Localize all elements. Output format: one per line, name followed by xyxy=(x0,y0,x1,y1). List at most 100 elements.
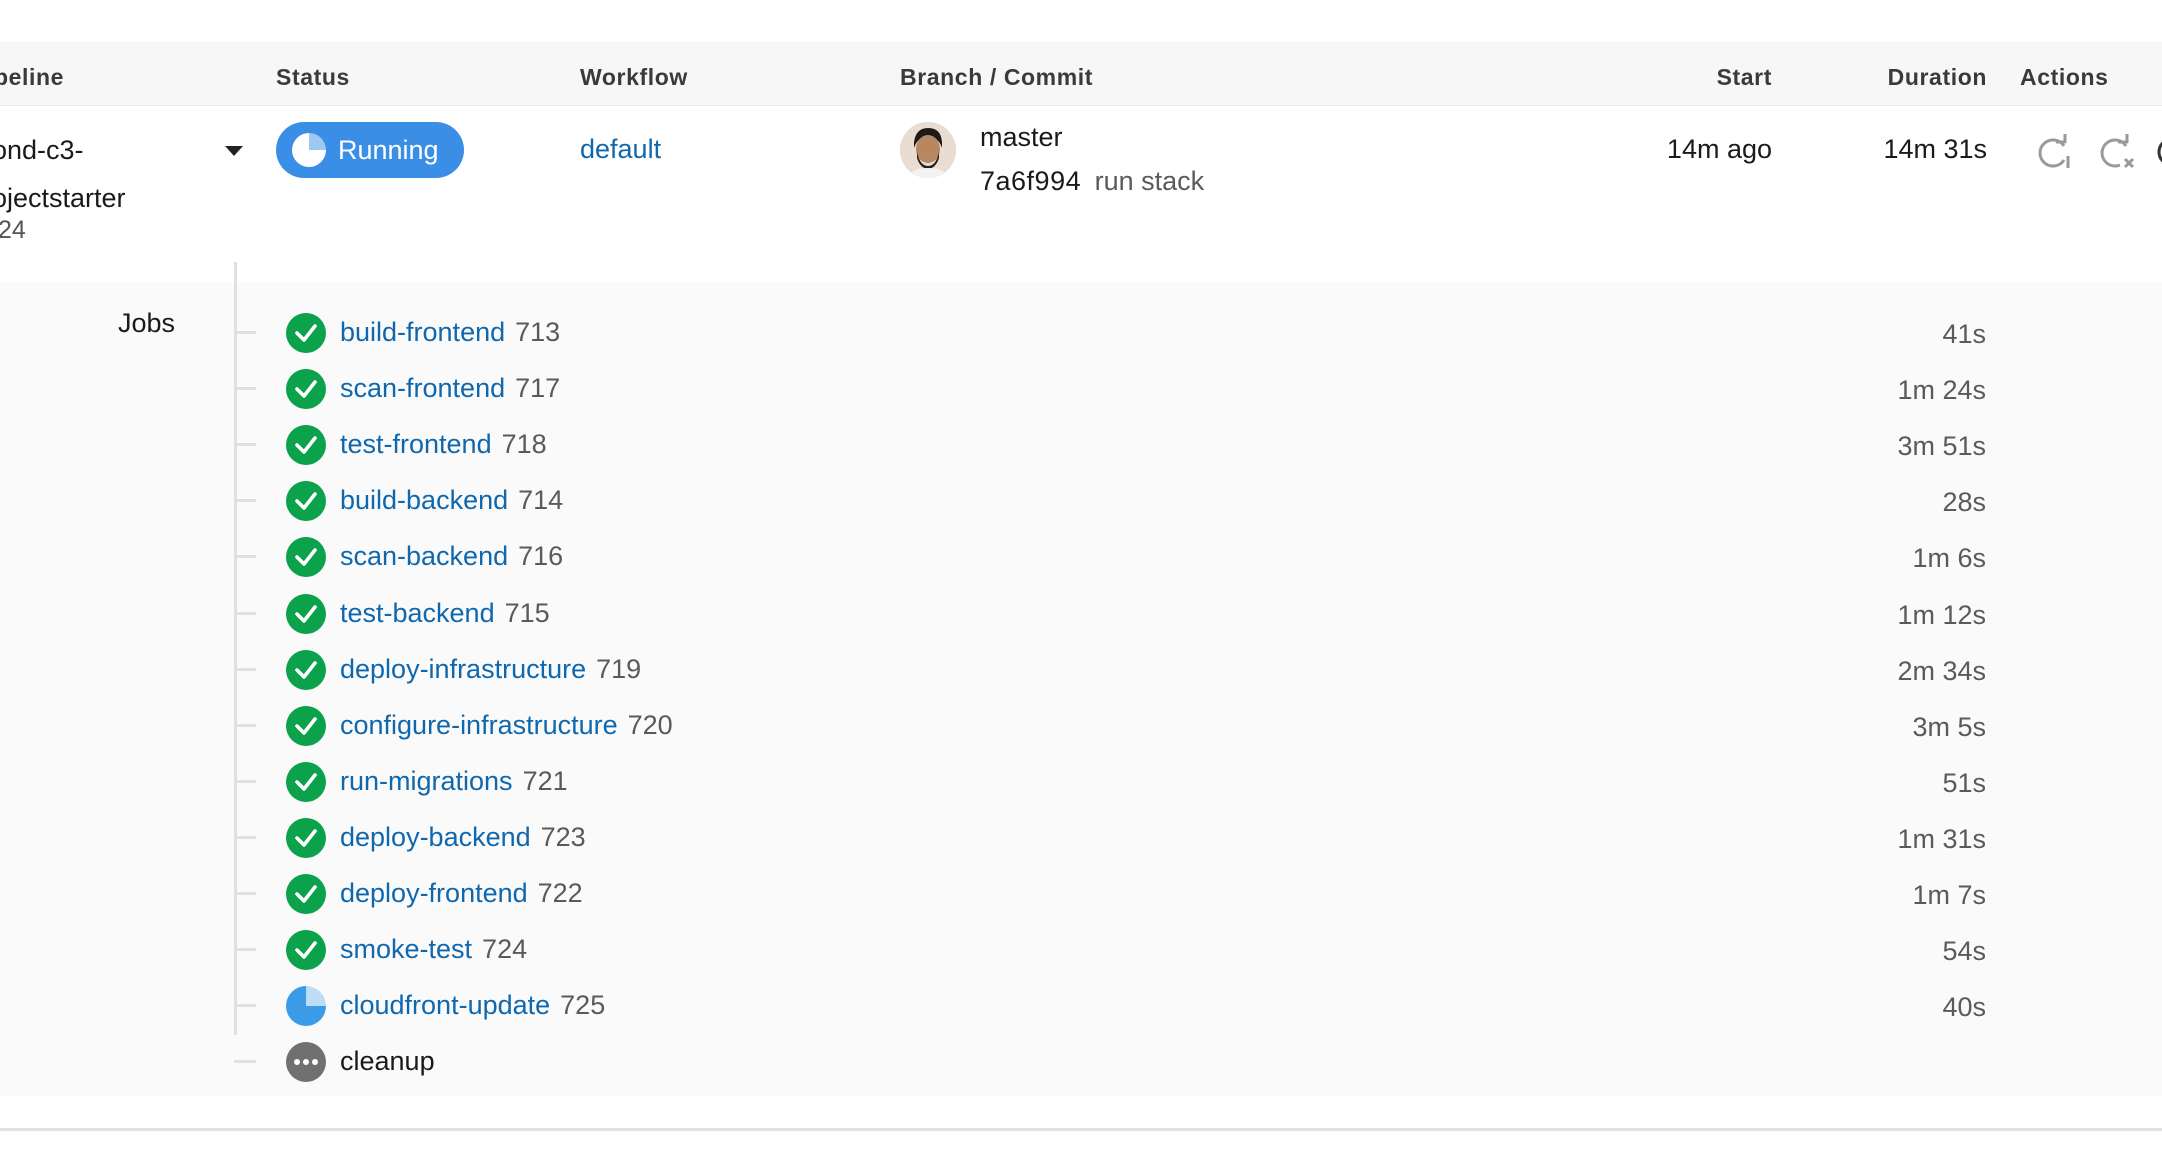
start-time: 14m ago xyxy=(1666,134,1772,164)
job-name[interactable]: scan-frontend 717 xyxy=(340,373,560,404)
job-number: 713 xyxy=(515,317,561,347)
job-number: 714 xyxy=(518,485,564,516)
commit-hash[interactable]: 7a6f994 xyxy=(980,166,1081,196)
tree-branch xyxy=(234,892,256,895)
job-duration: 2m 34s xyxy=(1897,655,1986,686)
job-duration: 1m 31s xyxy=(1897,823,1986,854)
job-name[interactable]: deploy-backend 723 xyxy=(340,822,586,853)
success-check-icon xyxy=(286,874,326,914)
header-status: Status xyxy=(276,64,350,90)
success-check-icon xyxy=(286,649,326,690)
job-name[interactable]: run-migrations 721 xyxy=(340,766,568,797)
job-row: test-backend 715 1m 12s xyxy=(234,586,2162,642)
header-start: Start xyxy=(1716,64,1772,90)
job-number: 717 xyxy=(515,373,561,404)
tree-branch xyxy=(234,1060,256,1064)
job-duration: 1m 6s xyxy=(1912,543,1986,574)
jobs-panel: Jobs build-frontend 713 41s scan-frontend 71… xyxy=(0,262,2162,1096)
job-name-text[interactable]: run-migrations xyxy=(340,766,513,796)
success-check-icon xyxy=(286,705,326,746)
expand-caret-icon[interactable] xyxy=(225,146,243,156)
job-row: configure-infrastructure 720 3m 5s xyxy=(234,698,2162,754)
job-name: cleanup xyxy=(340,1046,435,1077)
job-row: test-frontend 718 3m 51s xyxy=(234,417,2162,473)
job-duration: 51s xyxy=(1942,767,1986,798)
job-duration: 1m 12s xyxy=(1897,599,1986,630)
tree-branch xyxy=(234,499,256,503)
header-branch-commit: Branch / Commit xyxy=(900,64,1094,90)
tree-branch xyxy=(234,387,256,391)
rerun-icon[interactable] xyxy=(2034,132,2074,172)
job-number: 719 xyxy=(596,653,642,684)
job-name[interactable]: cloudfront-update 725 xyxy=(340,990,605,1021)
job-name[interactable]: deploy-infrastructure 719 xyxy=(340,654,641,685)
pipeline-name-line1[interactable]: ond-c3- xyxy=(0,126,126,174)
job-name-text[interactable]: test-frontend xyxy=(340,429,492,459)
job-name-text[interactable]: build-frontend xyxy=(340,317,505,347)
workflow-link[interactable]: default xyxy=(580,134,661,165)
job-number: 716 xyxy=(518,541,564,572)
job-duration: 40s xyxy=(1942,992,1986,1023)
job-duration: 1m 7s xyxy=(1912,880,1986,910)
success-check-icon xyxy=(286,761,326,802)
status-label: Running xyxy=(338,134,439,165)
tree-branch xyxy=(234,723,256,727)
job-name[interactable]: scan-backend 716 xyxy=(340,541,563,572)
job-name[interactable]: test-frontend 718 xyxy=(340,429,547,460)
jobs-label: Jobs xyxy=(118,308,176,338)
job-name[interactable]: deploy-frontend 722 xyxy=(340,878,583,909)
pipeline-duration: 14m 31s xyxy=(1883,134,1987,164)
job-name-text[interactable]: scan-backend xyxy=(340,541,508,571)
job-name-text[interactable]: test-backend xyxy=(340,598,495,628)
cancel-rerun-icon[interactable] xyxy=(2096,132,2136,172)
tree-branch xyxy=(234,555,256,559)
job-number: 715 xyxy=(504,597,550,628)
job-row: cloudfront-update 725 40s xyxy=(234,978,2162,1034)
job-name[interactable]: build-frontend 713 xyxy=(340,317,560,348)
header-actions: Actions xyxy=(2020,64,2109,90)
job-number: 725 xyxy=(560,990,606,1021)
job-duration: 41s xyxy=(1942,319,1986,349)
job-duration: 54s xyxy=(1942,936,1986,967)
divider xyxy=(0,1128,2162,1131)
table-header: peline Status Workflow Branch / Commit S… xyxy=(0,42,2162,106)
pipeline-name-line2[interactable]: ojectstarter xyxy=(0,174,126,222)
job-name-text[interactable]: deploy-frontend xyxy=(340,878,528,908)
job-name[interactable]: smoke-test 724 xyxy=(340,934,527,965)
job-name-text[interactable]: smoke-test xyxy=(340,934,472,964)
job-duration: 1m 24s xyxy=(1897,375,1986,406)
job-duration: 3m 51s xyxy=(1897,431,1986,462)
job-name-text[interactable]: deploy-infrastructure xyxy=(340,654,586,684)
job-row: build-frontend 713 41s xyxy=(234,305,2162,361)
job-name-text[interactable]: cloudfront-update xyxy=(340,990,550,1020)
job-name-text[interactable]: scan-frontend xyxy=(340,373,505,403)
job-number: 722 xyxy=(537,878,583,908)
header-pipeline: peline xyxy=(0,64,65,90)
job-number: 724 xyxy=(482,934,528,965)
job-name-text[interactable]: build-backend xyxy=(340,485,508,515)
running-icon xyxy=(292,133,326,167)
pending-dots-icon xyxy=(286,1042,326,1083)
avatar xyxy=(900,122,956,178)
more-actions-icon[interactable] xyxy=(2154,132,2162,172)
job-row: build-backend 714 28s xyxy=(234,473,2162,529)
success-check-icon xyxy=(286,593,326,634)
status-badge[interactable]: Running xyxy=(276,122,464,178)
job-name-text[interactable]: configure-infrastructure xyxy=(340,710,618,740)
job-row: cleanup xyxy=(234,1034,2162,1090)
commit: 7a6f994 run stack xyxy=(980,166,1204,197)
tree-branch xyxy=(234,331,256,334)
tree-branch xyxy=(234,667,256,671)
job-name[interactable]: build-backend 714 xyxy=(340,485,563,516)
job-name-text: cleanup xyxy=(340,1046,435,1077)
tree-branch xyxy=(234,611,256,615)
pipeline-number: 24 xyxy=(0,216,26,244)
pipeline-name[interactable]: ond-c3- ojectstarter xyxy=(0,126,126,222)
success-check-icon xyxy=(286,313,326,353)
job-name[interactable]: configure-infrastructure 720 xyxy=(340,710,673,741)
job-name-text[interactable]: deploy-backend xyxy=(340,822,531,852)
success-check-icon xyxy=(286,369,326,410)
branch-name: master xyxy=(980,122,1063,152)
job-name[interactable]: test-backend 715 xyxy=(340,598,550,629)
job-row: scan-frontend 717 1m 24s xyxy=(234,361,2162,417)
